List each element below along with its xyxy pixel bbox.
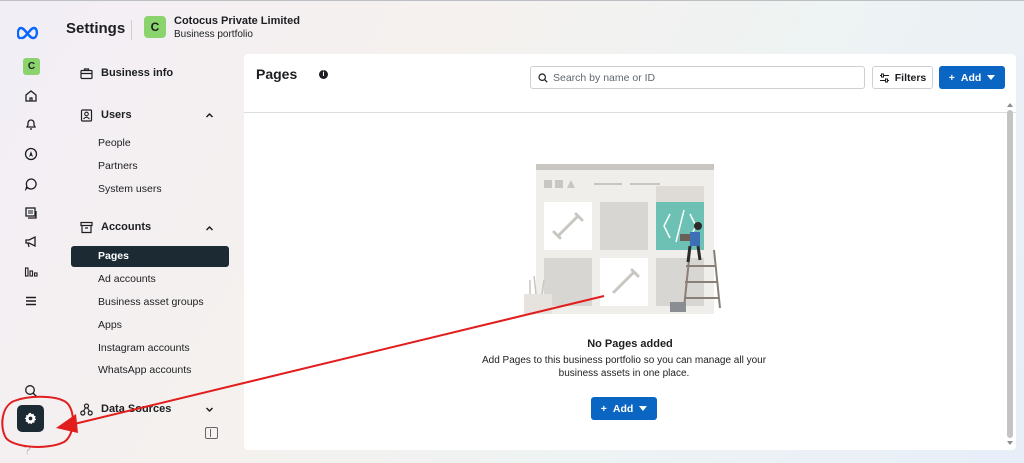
nav-item-system-users[interactable]: System users — [98, 183, 162, 195]
nav-business-info-label: Business info — [101, 67, 174, 79]
chevron-up-icon[interactable] — [205, 224, 214, 233]
portfolio-subtitle: Business portfolio — [174, 29, 253, 40]
plus-icon: + — [600, 402, 607, 415]
search-box[interactable] — [530, 66, 865, 89]
filters-label: Filters — [894, 71, 927, 84]
empty-state-add-button[interactable]: + Add — [591, 397, 657, 420]
panel-title: Pages — [256, 66, 298, 82]
empty-state-illustration — [524, 164, 721, 314]
nav-item-business-asset-groups[interactable]: Business asset groups — [98, 296, 204, 308]
annotation-arrow-head — [56, 414, 78, 433]
help-icon[interactable]: ? — [24, 443, 31, 457]
add-button[interactable]: + Add — [939, 66, 1005, 89]
user-badge-icon — [80, 108, 93, 122]
chevron-up-icon[interactable] — [205, 111, 214, 120]
add-label: Add — [960, 71, 982, 84]
meta-logo-icon[interactable] — [17, 26, 41, 40]
bell-icon[interactable] — [22, 115, 40, 133]
caret-down-icon — [639, 406, 648, 411]
scroll-thumb[interactable] — [1007, 110, 1013, 438]
nav-users[interactable]: Users — [80, 106, 132, 124]
gear-icon — [24, 412, 37, 425]
filters-button[interactable]: Filters — [872, 66, 933, 89]
page-title: Settings — [66, 20, 126, 37]
plus-icon: + — [948, 71, 955, 84]
vertical-scrollbar[interactable] — [1005, 99, 1014, 447]
settings-button[interactable] — [17, 405, 44, 432]
scroll-up-icon[interactable] — [1007, 103, 1013, 107]
header-divider — [131, 20, 132, 40]
nav-item-apps[interactable]: Apps — [98, 319, 122, 331]
portfolio-avatar[interactable]: C — [144, 16, 166, 38]
info-icon[interactable]: i — [319, 70, 328, 79]
nav-item-pages-label: Pages — [98, 250, 129, 262]
nav-item-partners[interactable]: Partners — [98, 160, 138, 172]
collapse-sidebar-icon[interactable] — [205, 427, 218, 439]
nav-data-sources-label: Data Sources — [101, 403, 172, 415]
data-sources-icon — [80, 402, 93, 416]
briefcase-icon — [80, 67, 93, 79]
analytics-icon[interactable] — [22, 263, 40, 281]
nav-item-pages[interactable]: Pages — [71, 246, 229, 267]
business-avatar[interactable]: C — [23, 58, 40, 75]
caret-down-icon — [987, 75, 996, 80]
nav-item-ad-accounts[interactable]: Ad accounts — [98, 273, 156, 285]
nav-item-instagram-accounts[interactable]: Instagram accounts — [98, 342, 190, 354]
nav-item-whatsapp-accounts[interactable]: WhatsApp accounts — [98, 364, 191, 376]
empty-state-add-label: Add — [612, 402, 634, 415]
nav-item-people[interactable]: People — [98, 137, 131, 149]
empty-state-description: Add Pages to this business portfolio so … — [481, 355, 767, 379]
left-rail: C ? — [0, 0, 52, 463]
pages-icon[interactable] — [22, 204, 40, 222]
chat-icon[interactable] — [22, 175, 40, 193]
filter-sliders-icon — [879, 73, 889, 82]
search-input[interactable] — [553, 70, 853, 86]
menu-icon[interactable] — [22, 292, 40, 310]
nav-users-label: Users — [101, 109, 132, 121]
top-border — [0, 0, 1024, 1]
empty-state-title: No Pages added — [587, 338, 673, 350]
panel-divider — [244, 112, 1016, 113]
nav-business-info[interactable]: Business info — [80, 64, 173, 82]
pages-panel: Pages i Filters + Add — [244, 54, 1016, 450]
compass-icon[interactable] — [22, 145, 40, 163]
scroll-down-icon[interactable] — [1007, 441, 1013, 445]
nav-data-sources[interactable]: Data Sources — [80, 400, 171, 418]
archive-icon — [80, 221, 93, 233]
search-icon[interactable] — [22, 382, 40, 400]
nav-accounts[interactable]: Accounts — [80, 218, 151, 236]
megaphone-icon[interactable] — [22, 233, 40, 251]
portfolio-name[interactable]: Cotocus Private Limited — [174, 15, 300, 27]
search-icon — [538, 73, 548, 83]
nav-accounts-label: Accounts — [101, 221, 152, 233]
home-icon[interactable] — [22, 87, 40, 105]
chevron-down-icon[interactable] — [205, 405, 214, 414]
